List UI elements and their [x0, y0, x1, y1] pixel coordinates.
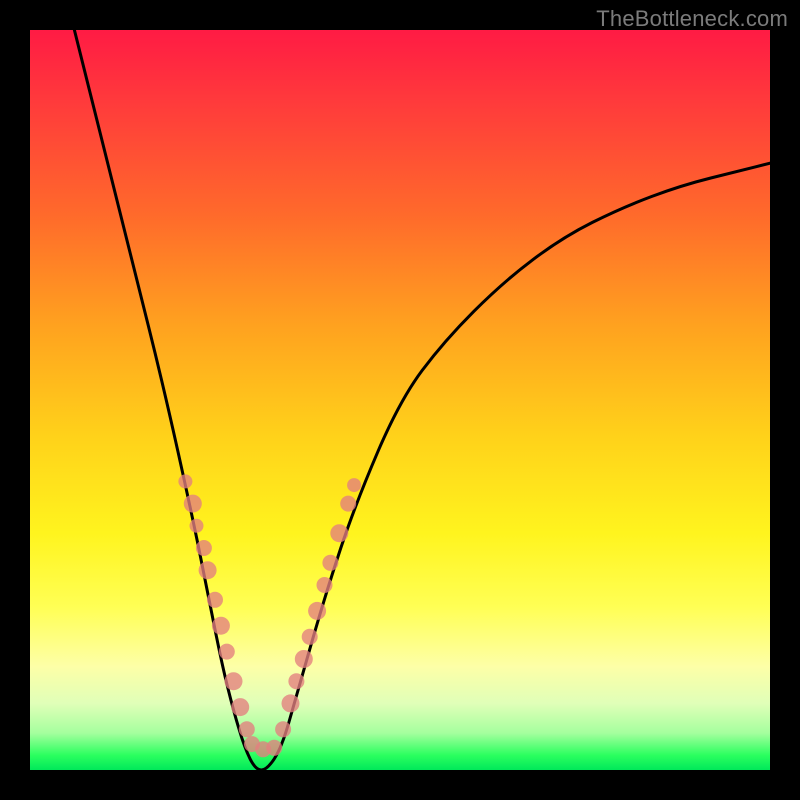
curve-dot: [231, 698, 249, 716]
curve-dot: [322, 555, 338, 571]
chart-frame: TheBottleneck.com: [0, 0, 800, 800]
curve-dot: [207, 592, 223, 608]
curve-dot: [212, 617, 230, 635]
curve-dot: [196, 540, 212, 556]
curve-dot: [225, 672, 243, 690]
curve-dot: [184, 495, 202, 513]
curve-dot: [190, 519, 204, 533]
curve-dot: [347, 478, 361, 492]
bottleneck-curve: [74, 30, 770, 770]
plot-area: [30, 30, 770, 770]
curve-dot: [295, 650, 313, 668]
curve-dot: [282, 694, 300, 712]
curve-dot: [199, 561, 217, 579]
curve-dot: [219, 644, 235, 660]
curve-dot: [239, 721, 255, 737]
curve-dot: [330, 524, 348, 542]
watermark-text: TheBottleneck.com: [596, 6, 788, 32]
chart-svg: [30, 30, 770, 770]
curve-dot: [340, 496, 356, 512]
curve-dot: [178, 474, 192, 488]
curve-dot: [308, 602, 326, 620]
curve-dot: [275, 721, 291, 737]
curve-dot: [266, 740, 282, 756]
dot-layer: [178, 474, 361, 757]
curve-dot: [317, 577, 333, 593]
curve-dot: [288, 673, 304, 689]
curve-dot: [302, 629, 318, 645]
